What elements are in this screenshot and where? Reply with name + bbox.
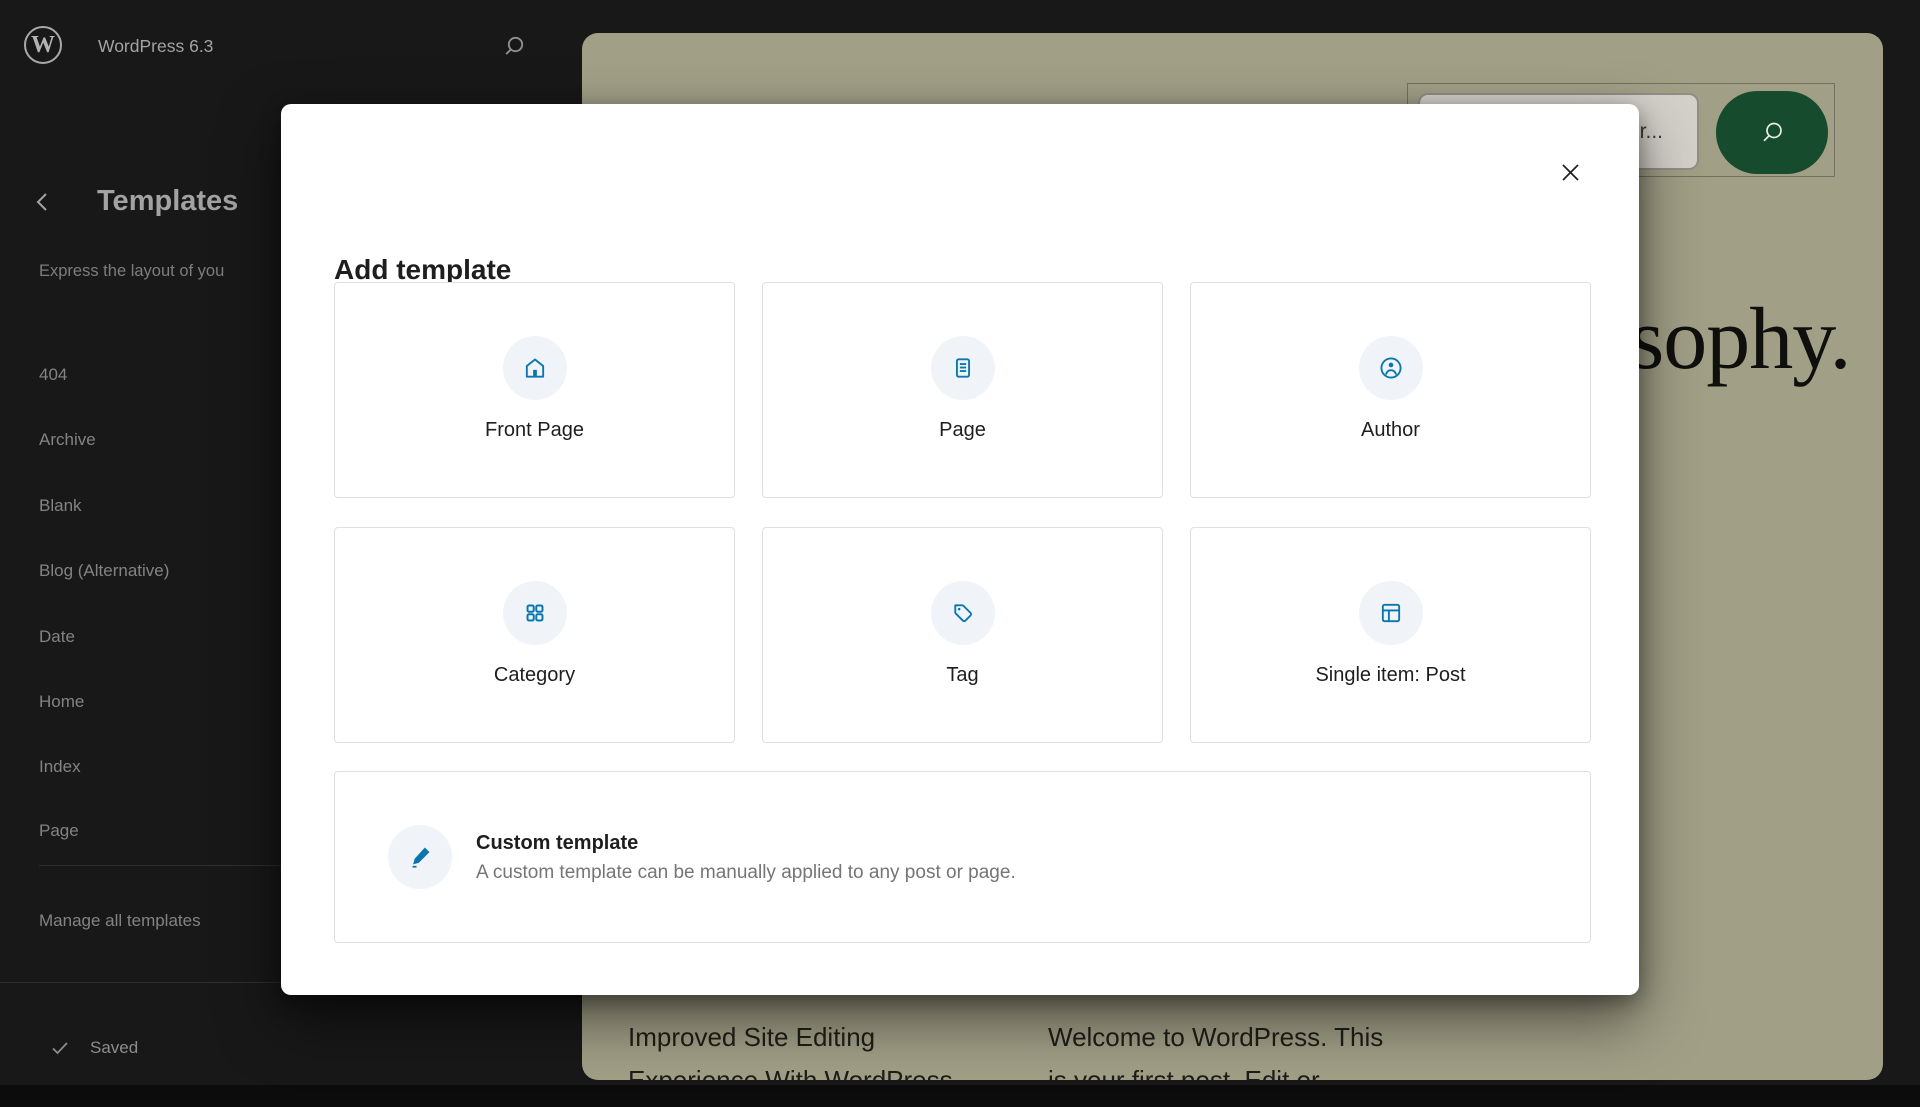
site-hero-heading: sophy. [1630,289,1851,390]
option-tag[interactable]: Tag [762,527,1163,743]
template-options-grid: Front Page Page [334,282,1591,743]
option-author[interactable]: Author [1190,282,1591,498]
category-icon [503,581,567,645]
home-icon [503,336,567,400]
site-title: WordPress 6.3 [98,36,213,57]
custom-template-title: Custom template [476,830,1016,856]
layout-icon [1359,581,1423,645]
site-search-input-text: r... [1640,120,1663,144]
site-editor-screen: W WordPress 6.3 Templates Express the la… [0,0,1920,1107]
sidebar-item-blog-alternative[interactable]: Blog (Alternative) [39,560,169,582]
option-single-item-post[interactable]: Single item: Post [1190,527,1591,743]
sidebar-item-page[interactable]: Page [39,820,79,842]
sidebar-item-404[interactable]: 404 [39,364,67,386]
pencil-icon [388,825,452,889]
sidebar-description: Express the layout of you [39,262,281,281]
post-title: Improved Site Editing Experience With Wo… [628,1016,963,1080]
back-chevron-icon[interactable] [32,190,54,214]
post-excerpt: Welcome to WordPress. This is your first… [1048,1016,1396,1080]
sidebar-item-index[interactable]: Index [39,756,81,778]
option-label: Category [494,663,575,687]
add-template-modal: Add template Select what the new templat… [281,104,1639,995]
manage-all-templates-link[interactable]: Manage all templates [39,910,201,932]
bottom-edge-strip [0,1085,1920,1107]
sidebar-item-archive[interactable]: Archive [39,429,96,451]
option-label: Author [1361,418,1420,442]
page-icon [931,336,995,400]
sidebar-item-blank[interactable]: Blank [39,495,82,517]
option-category[interactable]: Category [334,527,735,743]
tag-icon [931,581,995,645]
option-label: Front Page [485,418,584,442]
author-icon [1359,336,1423,400]
sidebar-item-home[interactable]: Home [39,691,84,713]
sidebar-heading: Templates [97,185,238,218]
option-label: Single item: Post [1315,663,1465,687]
site-search-button[interactable] [1716,91,1828,174]
close-icon [1559,161,1582,184]
save-status: Saved [50,1038,138,1058]
option-label: Page [939,418,986,442]
option-page[interactable]: Page [762,282,1163,498]
search-icon [1757,118,1787,148]
wordpress-logo-icon[interactable]: W [24,26,62,64]
search-icon[interactable] [500,33,528,61]
option-front-page[interactable]: Front Page [334,282,735,498]
close-button[interactable] [1546,148,1594,196]
custom-template-text: Custom template A custom template can be… [476,830,1016,885]
option-label: Tag [946,663,978,687]
saved-label: Saved [90,1038,138,1058]
check-icon [50,1039,70,1057]
option-custom-template[interactable]: Custom template A custom template can be… [334,771,1591,943]
custom-template-description: A custom template can be manually applie… [476,861,1016,885]
sidebar-item-date[interactable]: Date [39,626,75,648]
